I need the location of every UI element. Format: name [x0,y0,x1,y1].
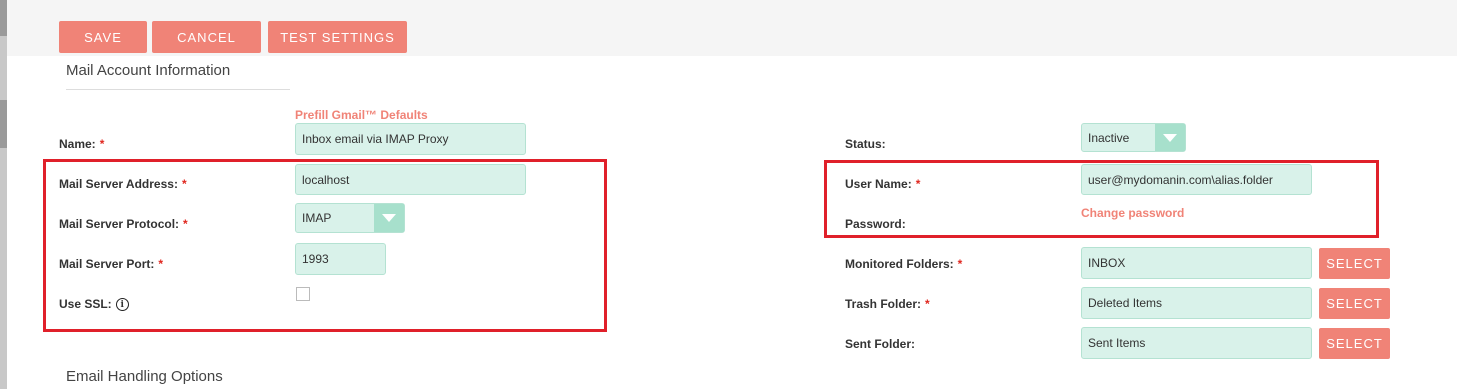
select-sent-folder-button[interactable]: SELECT [1319,328,1390,359]
prefill-gmail-defaults-link[interactable]: Prefill Gmail™ Defaults [295,108,428,122]
section-title-mail-account: Mail Account Information [66,62,231,79]
monitored-folders-label: Monitored Folders: * [845,257,963,271]
left-edge-strip [0,0,7,389]
save-button[interactable]: SAVE [59,21,147,53]
required-marker: * [957,257,963,271]
monitored-folders-field[interactable]: INBOX [1081,247,1312,279]
chevron-down-icon[interactable] [1155,124,1185,151]
required-marker: * [99,137,105,151]
test-settings-button[interactable]: TEST SETTINGS [268,21,407,53]
status-label: Status: [845,137,886,151]
trash-folder-label: Trash Folder: * [845,297,930,311]
status-select[interactable]: Inactive [1081,123,1186,152]
name-field[interactable]: Inbox email via IMAP Proxy [295,123,526,155]
name-label: Name: * [59,137,105,151]
highlight-box-server-settings [43,159,607,332]
select-trash-folder-button[interactable]: SELECT [1319,288,1390,319]
section-divider [66,89,290,90]
sent-folder-field[interactable]: Sent Items [1081,327,1312,359]
left-edge-segment [0,100,7,148]
select-monitored-folders-button[interactable]: SELECT [1319,248,1390,279]
status-value: Inactive [1088,130,1130,145]
trash-folder-field[interactable]: Deleted Items [1081,287,1312,319]
required-marker: * [925,297,930,311]
cancel-button[interactable]: CANCEL [152,21,261,53]
section-title-email-handling: Email Handling Options [66,368,223,385]
sent-folder-label: Sent Folder: [845,337,916,351]
left-edge-segment [0,0,7,36]
highlight-box-credentials [824,160,1379,238]
